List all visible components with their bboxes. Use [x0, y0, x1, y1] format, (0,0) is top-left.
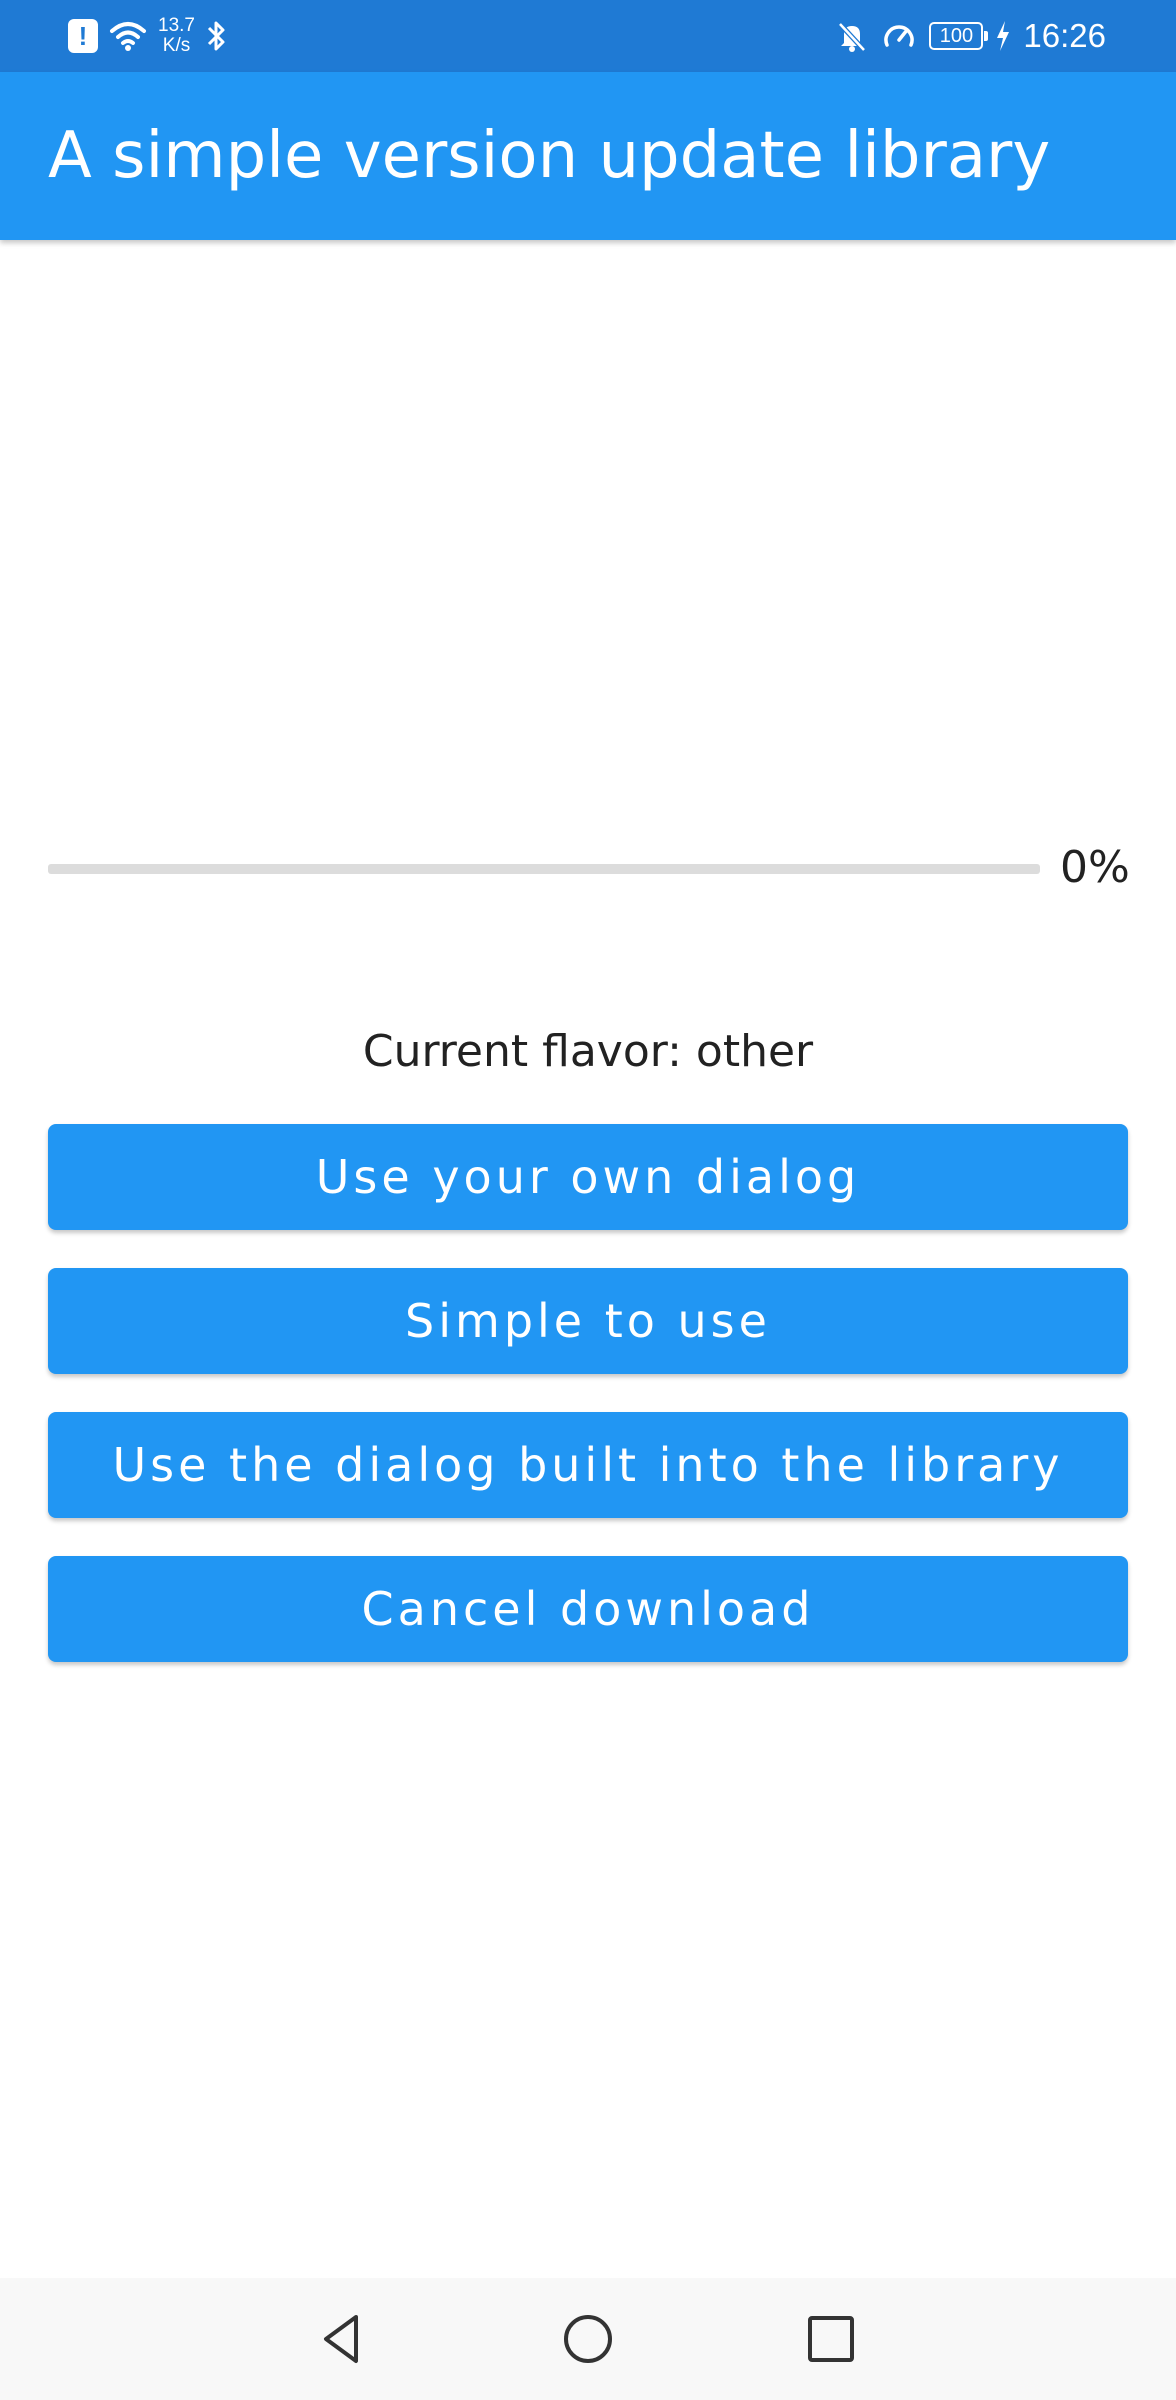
- screen: ! 13.7 K/s 100 16:26 A simple version up…: [0, 0, 1176, 2400]
- download-progress-bar: [48, 864, 1040, 874]
- app-title: A simple version update library: [48, 119, 1051, 193]
- bell-muted-icon: [838, 22, 867, 52]
- use-own-dialog-button[interactable]: Use your own dialog: [48, 1124, 1128, 1230]
- cancel-download-button[interactable]: Cancel download: [48, 1556, 1128, 1662]
- use-builtin-dialog-button[interactable]: Use the dialog built into the library: [48, 1412, 1128, 1518]
- flavor-label: Current flavor:: [362, 1026, 682, 1077]
- status-bar-right: 100 16:26: [835, 0, 1106, 72]
- download-progress-percent: 0%: [1060, 842, 1130, 893]
- simple-to-use-button[interactable]: Simple to use: [48, 1268, 1128, 1374]
- clock: 16:26: [1023, 17, 1106, 54]
- charging-icon: [997, 21, 1010, 51]
- alert-icon: !: [68, 19, 98, 53]
- current-flavor: Current flavor: other: [0, 1026, 1176, 1077]
- wifi-icon: [110, 22, 146, 51]
- network-speed: 13.7 K/s: [158, 16, 195, 56]
- navigation-bar: [0, 2278, 1176, 2400]
- network-speed-value: 13.7: [158, 15, 195, 36]
- network-speed-unit: K/s: [162, 35, 191, 56]
- recents-icon[interactable]: [801, 2309, 861, 2369]
- battery-level: 100: [939, 25, 974, 47]
- back-icon[interactable]: [312, 2309, 372, 2369]
- battery-icon: 100: [929, 22, 989, 50]
- status-bar-left: ! 13.7 K/s: [68, 0, 229, 72]
- speedometer-icon: [884, 25, 915, 47]
- flavor-value: other: [695, 1026, 814, 1077]
- status-bar: ! 13.7 K/s 100 16:26: [0, 0, 1176, 72]
- bluetooth-icon: [207, 21, 225, 51]
- home-icon[interactable]: [558, 2309, 618, 2369]
- app-bar: A simple version update library: [0, 72, 1176, 240]
